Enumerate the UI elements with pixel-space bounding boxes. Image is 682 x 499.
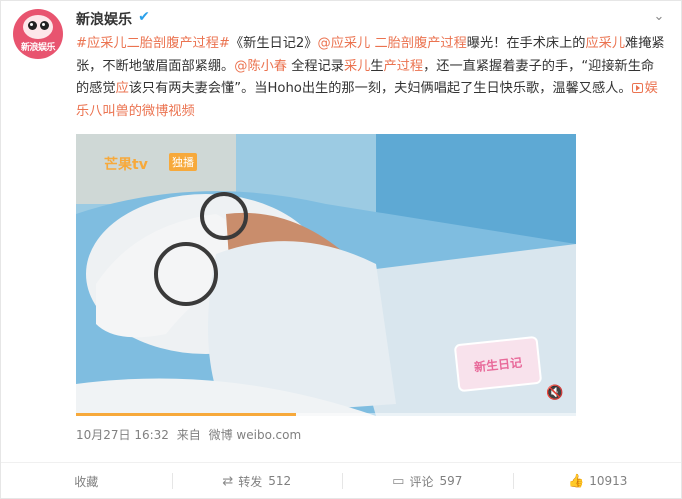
post-text-segment: 该只有两夫妻会懂”。当Hoho出生的那一刻，夫妇俩唱起了生日快乐歌，温馨又感人。 bbox=[128, 81, 632, 96]
comment-button[interactable]: ▭ 评论 597 bbox=[342, 463, 513, 499]
action-bar: 收藏 ⇄ 转发 512 ▭ 评论 597 👍 10913 bbox=[1, 463, 682, 499]
comment-label: 评论 bbox=[409, 474, 434, 489]
thumbs-up-icon: 👍 bbox=[568, 473, 585, 489]
favorite-label: 收藏 bbox=[74, 474, 99, 489]
comment-icon: ▭ bbox=[392, 473, 405, 489]
show-sticker: 新生日记 bbox=[453, 335, 543, 393]
mute-icon[interactable]: 🔇 bbox=[546, 384, 564, 402]
chevron-down-icon[interactable]: ⌄ bbox=[651, 9, 667, 25]
post-source[interactable]: 微博 weibo.com bbox=[209, 428, 302, 442]
post-text: #应采儿二胎剖腹产过程#《新生日记2》@应采儿 二胎剖腹产过程曝光！在手术床上的… bbox=[76, 33, 666, 123]
user-name[interactable]: 新浪娱乐 bbox=[76, 9, 132, 29]
highlight-text: 采儿 bbox=[343, 58, 371, 74]
favorite-button[interactable]: 收藏 bbox=[1, 463, 172, 499]
source-prefix: 来自 bbox=[176, 428, 201, 442]
repost-count: 512 bbox=[268, 474, 292, 488]
avatar-logo-text: 新浪娱乐 bbox=[20, 43, 56, 53]
like-button[interactable]: 👍 10913 bbox=[512, 463, 682, 499]
post-meta: 10月27日 16:32 来自 微博 weibo.com bbox=[76, 426, 305, 443]
comment-count: 597 bbox=[439, 474, 463, 488]
video-progress-track[interactable] bbox=[76, 413, 576, 416]
repost-button[interactable]: ⇄ 转发 512 bbox=[171, 463, 343, 499]
repost-icon: ⇄ bbox=[222, 473, 234, 489]
repost-label: 转发 bbox=[238, 474, 263, 489]
post-text-segment: 生 bbox=[370, 58, 384, 74]
verified-v-icon: ✔ bbox=[137, 9, 151, 25]
like-count: 10913 bbox=[589, 474, 628, 488]
hashtag-link[interactable]: #应采儿二胎剖腹产过程# bbox=[76, 36, 230, 51]
video-player[interactable]: 芒果tv 独播 新生日记 🔇 bbox=[76, 134, 576, 416]
post-text-segment: 全程记录 bbox=[287, 58, 344, 74]
channel-badge: 独播 bbox=[169, 153, 197, 171]
avatar-eye-left bbox=[28, 21, 37, 30]
post-text-segment: 《新生日记2》 bbox=[229, 36, 318, 51]
video-progress-fill bbox=[76, 413, 296, 416]
highlight-text: 二胎剖腹产过程 bbox=[370, 36, 467, 51]
highlight-text: 应 bbox=[115, 81, 129, 96]
video-play-icon bbox=[631, 83, 643, 93]
post-text-segment: 曝光！在手术床上的 bbox=[466, 36, 586, 51]
avatar[interactable]: 新浪娱乐 bbox=[13, 9, 63, 59]
mention-link-2[interactable]: @陈小春 bbox=[234, 59, 287, 74]
post-time[interactable]: 10月27日 16:32 bbox=[76, 428, 169, 442]
avatar-eye-right bbox=[40, 21, 49, 30]
highlight-text: 应采儿 bbox=[585, 36, 626, 51]
channel-logo: 芒果tv bbox=[104, 157, 148, 173]
highlight-text: 产过程 bbox=[383, 58, 424, 74]
weibo-post-card: 新浪娱乐 新浪娱乐 ✔ ⌄ #应采儿二胎剖腹产过程#《新生日记2》@应采儿 二胎… bbox=[0, 0, 682, 499]
mention-link[interactable]: @应采儿 bbox=[318, 36, 371, 51]
